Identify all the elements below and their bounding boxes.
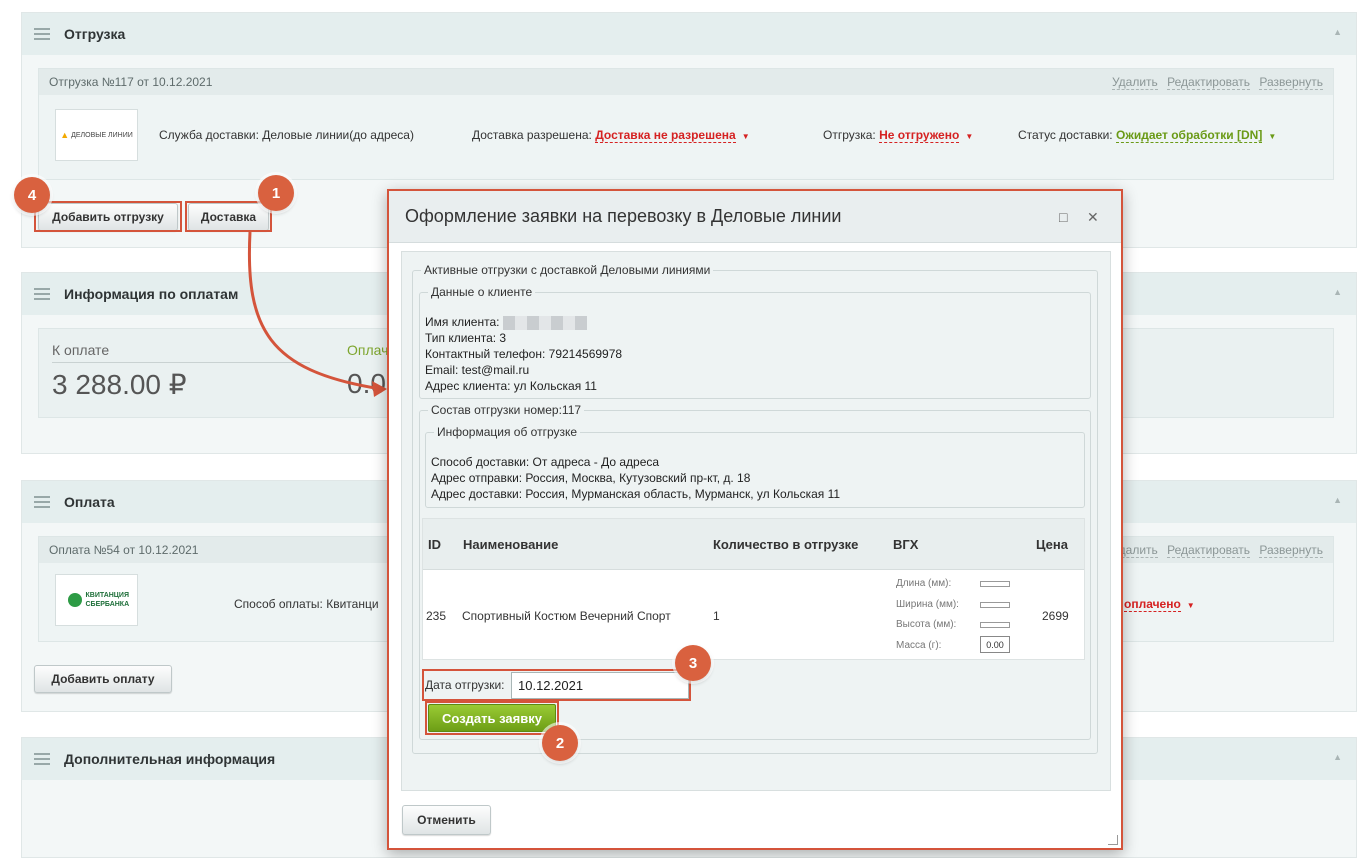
height-label: Высота (мм): bbox=[896, 619, 957, 630]
length-input[interactable] bbox=[980, 581, 1010, 587]
dialog-title: Оформление заявки на перевозку в Деловые… bbox=[405, 206, 842, 226]
step-badge-2: 2 bbox=[542, 725, 578, 761]
th-id: ID bbox=[428, 537, 441, 552]
width-label: Ширина (мм): bbox=[896, 599, 959, 610]
cell-id: 235 bbox=[426, 609, 447, 623]
th-qty: Количество в отгрузке bbox=[713, 537, 859, 552]
client-email: Email: test@mail.ru bbox=[425, 363, 530, 377]
shipment-items-table: ID Наименование Количество в отгрузке ВГ… bbox=[422, 518, 1085, 660]
step-badge-4: 4 bbox=[14, 177, 50, 213]
th-price: Цена bbox=[1036, 537, 1068, 552]
client-phone: Контактный телефон: 79214569978 bbox=[425, 347, 623, 361]
mass-input[interactable]: 0.00 bbox=[980, 636, 1010, 653]
cancel-button[interactable]: Отменить bbox=[402, 805, 491, 835]
composition-legend: Состав отгрузки номер:117 bbox=[428, 403, 585, 417]
active-shipments-legend: Активные отгрузки с доставкой Деловыми л… bbox=[421, 263, 714, 277]
th-vgh: ВГХ bbox=[893, 537, 919, 552]
cell-qty: 1 bbox=[713, 609, 720, 623]
step-badge-1: 1 bbox=[258, 175, 294, 211]
th-name: Наименование bbox=[463, 537, 559, 552]
client-address: Адрес клиента: ул Кольская 11 bbox=[425, 379, 597, 393]
resize-handle-icon[interactable] bbox=[1108, 835, 1118, 845]
maximize-icon[interactable]: □ bbox=[1059, 209, 1067, 225]
shipment-info-legend: Информация об отгрузке bbox=[434, 425, 581, 439]
from-address: Адрес отправки: Россия, Москва, Кутузовс… bbox=[431, 471, 751, 485]
client-type: Тип клиента: 3 bbox=[425, 331, 507, 345]
delivery-method: Способ доставки: От адреса - До адреса bbox=[431, 455, 660, 469]
blurred-name bbox=[503, 315, 588, 330]
cell-price: 2699 bbox=[1042, 609, 1069, 623]
length-label: Длина (мм): bbox=[896, 578, 952, 589]
step-badge-3: 3 bbox=[675, 645, 711, 681]
highlight-ship-date bbox=[422, 669, 691, 701]
dialog-header[interactable]: Оформление заявки на перевозку в Деловые… bbox=[389, 191, 1121, 243]
page: Отгрузка ▲ Отгрузка №117 от 10.12.2021 У… bbox=[0, 0, 1357, 858]
client-name: Имя клиента: bbox=[425, 315, 588, 330]
highlight-create-button bbox=[425, 701, 559, 735]
to-address: Адрес доставки: Россия, Мурманская облас… bbox=[431, 487, 841, 501]
cell-name: Спортивный Костюм Вечерний Спорт bbox=[462, 609, 671, 623]
width-input[interactable] bbox=[980, 602, 1010, 608]
close-icon[interactable]: ✕ bbox=[1087, 209, 1099, 226]
height-input[interactable] bbox=[980, 622, 1010, 628]
mass-label: Масса (г): bbox=[896, 640, 942, 651]
client-data-legend: Данные о клиенте bbox=[428, 285, 536, 299]
